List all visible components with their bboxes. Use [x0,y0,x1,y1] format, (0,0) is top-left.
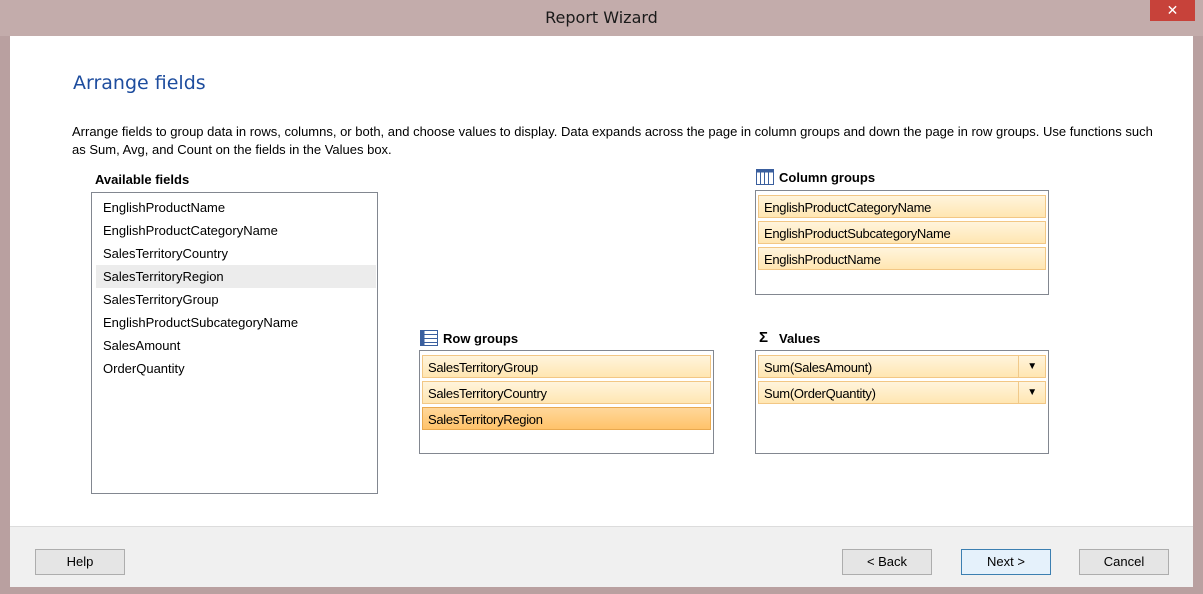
value-chip[interactable]: Sum(SalesAmount) ▼ [758,355,1046,378]
available-fields-list[interactable]: EnglishProductName EnglishProductCategor… [91,192,378,494]
column-groups-label: Column groups [779,170,876,185]
values-box[interactable]: Sum(SalesAmount) ▼ Sum(OrderQuantity) ▼ [755,350,1049,454]
column-groups-icon [756,169,774,185]
window-title: Report Wizard [545,8,658,27]
close-button[interactable]: ✕ [1150,0,1195,21]
report-wizard-window: Report Wizard ✕ Arrange fields Arrange f… [0,0,1203,594]
page-description: Arrange fields to group data in rows, co… [72,124,1153,157]
list-item[interactable]: OrderQuantity [96,357,376,380]
chevron-down-icon[interactable]: ▼ [1018,356,1045,377]
row-group-chip-selected[interactable]: SalesTerritoryRegion [422,407,711,430]
list-item[interactable]: SalesAmount [96,334,376,357]
wizard-footer: Help < Back Next > Cancel [10,526,1193,587]
column-group-chip[interactable]: EnglishProductSubcategoryName [758,221,1046,244]
back-button[interactable]: < Back [842,549,932,575]
list-item[interactable]: EnglishProductName [96,196,376,219]
value-chip-label: Sum(SalesAmount) [764,360,872,375]
wizard-content: Arrange fields Arrange fields to group d… [10,36,1193,526]
list-item[interactable]: EnglishProductSubcategoryName [96,311,376,334]
list-item[interactable]: SalesTerritoryCountry [96,242,376,265]
chevron-down-icon[interactable]: ▼ [1018,382,1045,403]
next-button[interactable]: Next > [961,549,1051,575]
row-groups-box[interactable]: SalesTerritoryGroup SalesTerritoryCountr… [419,350,714,454]
list-item[interactable]: SalesTerritoryGroup [96,288,376,311]
value-chip[interactable]: Sum(OrderQuantity) ▼ [758,381,1046,404]
row-group-chip[interactable]: SalesTerritoryCountry [422,381,711,404]
list-item-selected[interactable]: SalesTerritoryRegion [96,265,376,288]
column-group-chip[interactable]: EnglishProductName [758,247,1046,270]
column-group-chip[interactable]: EnglishProductCategoryName [758,195,1046,218]
title-bar[interactable]: Report Wizard ✕ [0,0,1203,36]
available-fields-label: Available fields [95,172,190,187]
sigma-icon: Σ [759,329,769,346]
row-group-chip[interactable]: SalesTerritoryGroup [422,355,711,378]
row-groups-label: Row groups [443,331,519,346]
cancel-button[interactable]: Cancel [1079,549,1169,575]
help-button[interactable]: Help [35,549,125,575]
column-groups-box[interactable]: EnglishProductCategoryName EnglishProduc… [755,190,1049,295]
page-title: Arrange fields [73,72,206,94]
list-item[interactable]: EnglishProductCategoryName [96,219,376,242]
values-label: Values [779,331,821,346]
value-chip-label: Sum(OrderQuantity) [764,386,876,401]
row-groups-icon [420,330,438,346]
